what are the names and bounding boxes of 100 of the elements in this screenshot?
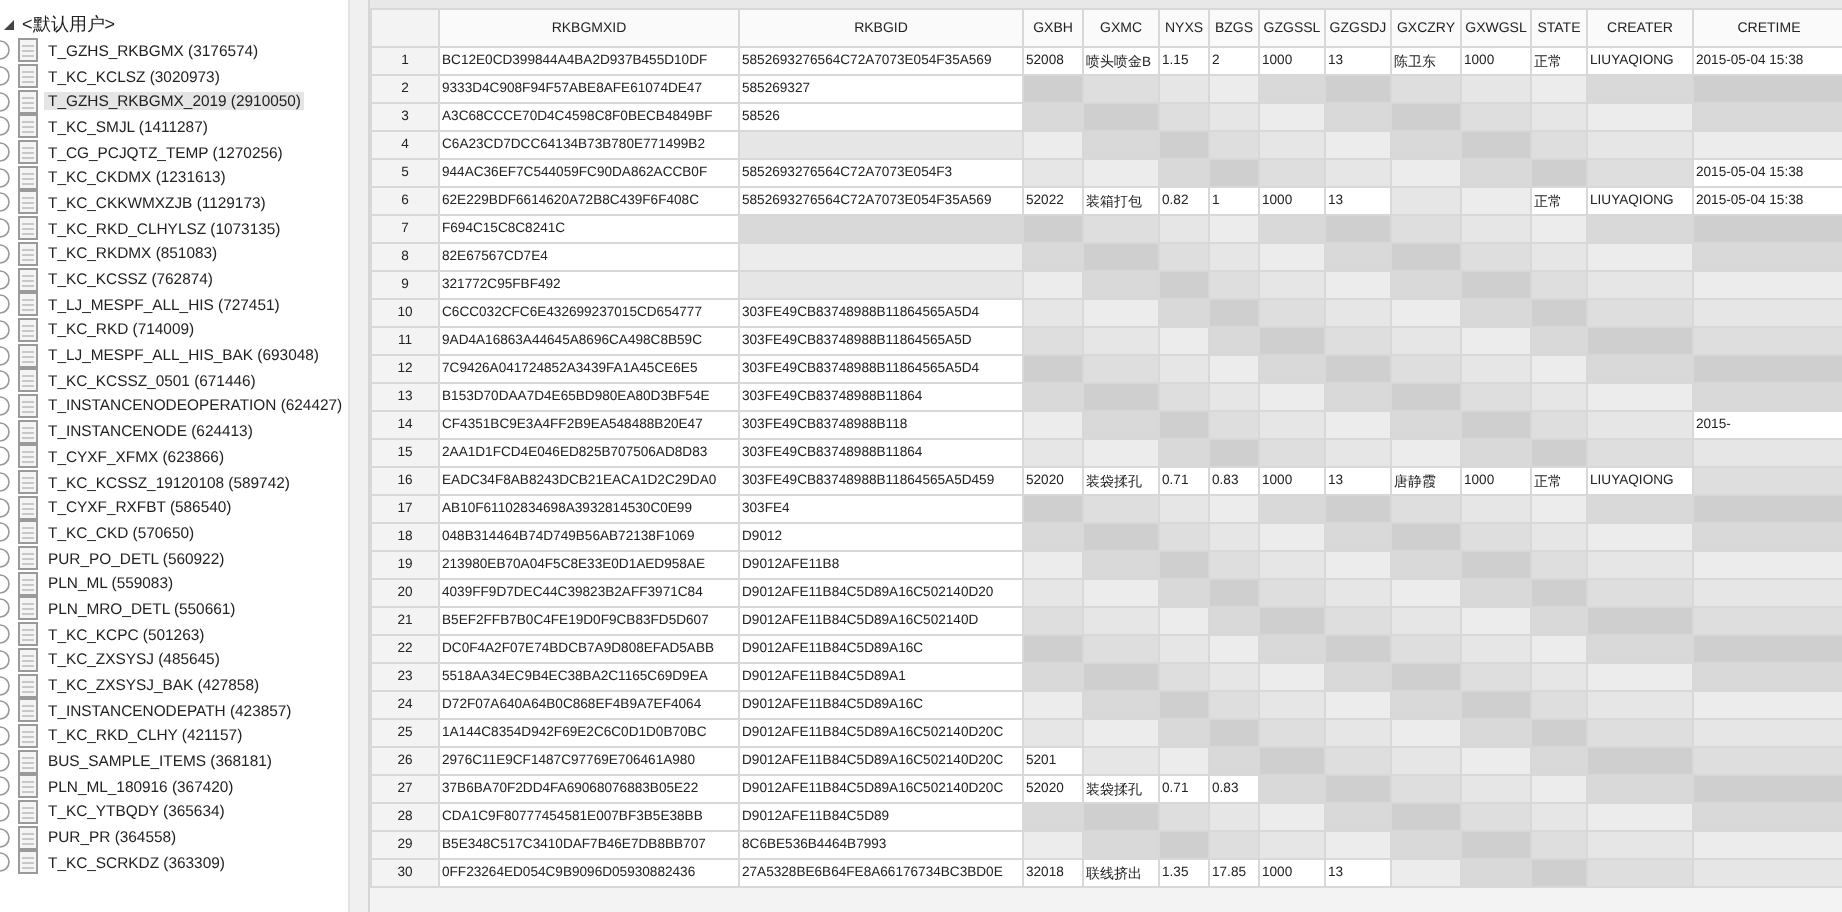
table-icon [16, 267, 40, 292]
redacted-cell [1023, 299, 1083, 327]
redacted-cell [1023, 831, 1083, 859]
redacted-cell [1259, 131, 1325, 159]
redacted-cell [1259, 299, 1325, 327]
redacted-cell [1461, 327, 1531, 355]
redacted-cell [1259, 411, 1325, 439]
table-icon [16, 89, 40, 114]
table-icon [16, 317, 40, 342]
redacted-cell [1083, 383, 1159, 411]
redacted-cell [1083, 159, 1159, 187]
redacted-cell [1531, 747, 1587, 775]
redacted-cell [1461, 719, 1531, 747]
redacted-cell [1259, 327, 1325, 355]
redacted-cell [1259, 215, 1325, 243]
redacted-cell [1259, 579, 1325, 607]
redacted-cell [1587, 551, 1693, 579]
tree-node-label[interactable]: <默认用户> [22, 12, 116, 38]
table-icon [16, 165, 40, 190]
table-icon [16, 241, 40, 266]
table-icon [16, 749, 40, 774]
redacted-cell [1461, 75, 1531, 103]
redacted-cell [1531, 579, 1587, 607]
table-icon [16, 140, 40, 165]
redacted-cell [1587, 495, 1693, 523]
redacted-cell [1083, 103, 1159, 131]
redacted-cell [1587, 215, 1693, 243]
redacted-cell [1023, 523, 1083, 551]
redacted-cell [1461, 663, 1531, 691]
redacted-cell [1461, 831, 1531, 859]
table-icon [16, 38, 40, 63]
redacted-cell [1325, 439, 1391, 467]
redacted-cell [1461, 411, 1531, 439]
redacted-cell [1083, 215, 1159, 243]
redacted-cell [1259, 607, 1325, 635]
redacted-cell [1259, 495, 1325, 523]
redacted-cell [1325, 523, 1391, 551]
redacted-cell [1587, 299, 1693, 327]
redacted-cell [1587, 327, 1693, 355]
redacted-cell [1531, 607, 1587, 635]
redacted-cell [1083, 831, 1159, 859]
redacted-cell [1325, 243, 1391, 271]
redacted-cell [1587, 131, 1693, 159]
redacted-cell [1325, 803, 1391, 831]
redacted-cell [1461, 103, 1531, 131]
table-icon [16, 825, 40, 850]
redacted-cell [1587, 439, 1693, 467]
redacted-cell [1391, 579, 1461, 607]
redacted-cell [1391, 691, 1461, 719]
redacted-cell [1023, 663, 1083, 691]
redacted-cell [1461, 775, 1531, 803]
redacted-cell [1531, 103, 1587, 131]
redacted-cell [1391, 215, 1461, 243]
redacted-cell [1023, 495, 1083, 523]
redacted-cell [1391, 635, 1461, 663]
redacted-cell [1023, 327, 1083, 355]
redacted-cell [1461, 551, 1531, 579]
redacted-cell [1325, 75, 1391, 103]
redacted-cell [1587, 523, 1693, 551]
redacted-cell [1023, 691, 1083, 719]
redacted-cell [1461, 803, 1531, 831]
redacted-cell [1461, 523, 1531, 551]
redacted-cell [1587, 859, 1693, 887]
redacted-cell [1325, 775, 1391, 803]
redacted-cell [1531, 215, 1587, 243]
redacted-cell [1259, 775, 1325, 803]
redacted-cell [1325, 215, 1391, 243]
redacted-cell [1587, 663, 1693, 691]
table-icon [16, 419, 40, 444]
redacted-cell [1531, 803, 1587, 831]
redacted-cell [1587, 831, 1693, 859]
redacted-cell [1259, 75, 1325, 103]
redacted-cell [1461, 187, 1531, 215]
redacted-cell [1325, 831, 1391, 859]
redacted-cell [1531, 523, 1587, 551]
redacted-cell [1531, 271, 1587, 299]
redacted-cell [1259, 243, 1325, 271]
redacted-cell [1083, 523, 1159, 551]
redacted-cell [1083, 327, 1159, 355]
redacted-cell [1587, 103, 1693, 131]
redacted-cell [1531, 663, 1587, 691]
redacted-cell [1391, 663, 1461, 691]
redacted-cell [1461, 579, 1531, 607]
redacted-cell [1259, 439, 1325, 467]
table-icon [16, 850, 40, 875]
redacted-cell [1325, 411, 1391, 439]
table-icon [16, 368, 40, 393]
redacted-cell [1461, 215, 1531, 243]
redacted-cell [1023, 159, 1083, 187]
redacted-cell [1259, 803, 1325, 831]
table-icon [16, 292, 40, 317]
redacted-cell [1083, 579, 1159, 607]
redacted-cell [1259, 719, 1325, 747]
table-icon [16, 393, 40, 418]
redacted-cell [1325, 159, 1391, 187]
redacted-cell [1259, 355, 1325, 383]
redacted-cell [1391, 775, 1461, 803]
redacted-cell [1391, 383, 1461, 411]
redacted-cell [1259, 271, 1325, 299]
redacted-cell [1461, 691, 1531, 719]
